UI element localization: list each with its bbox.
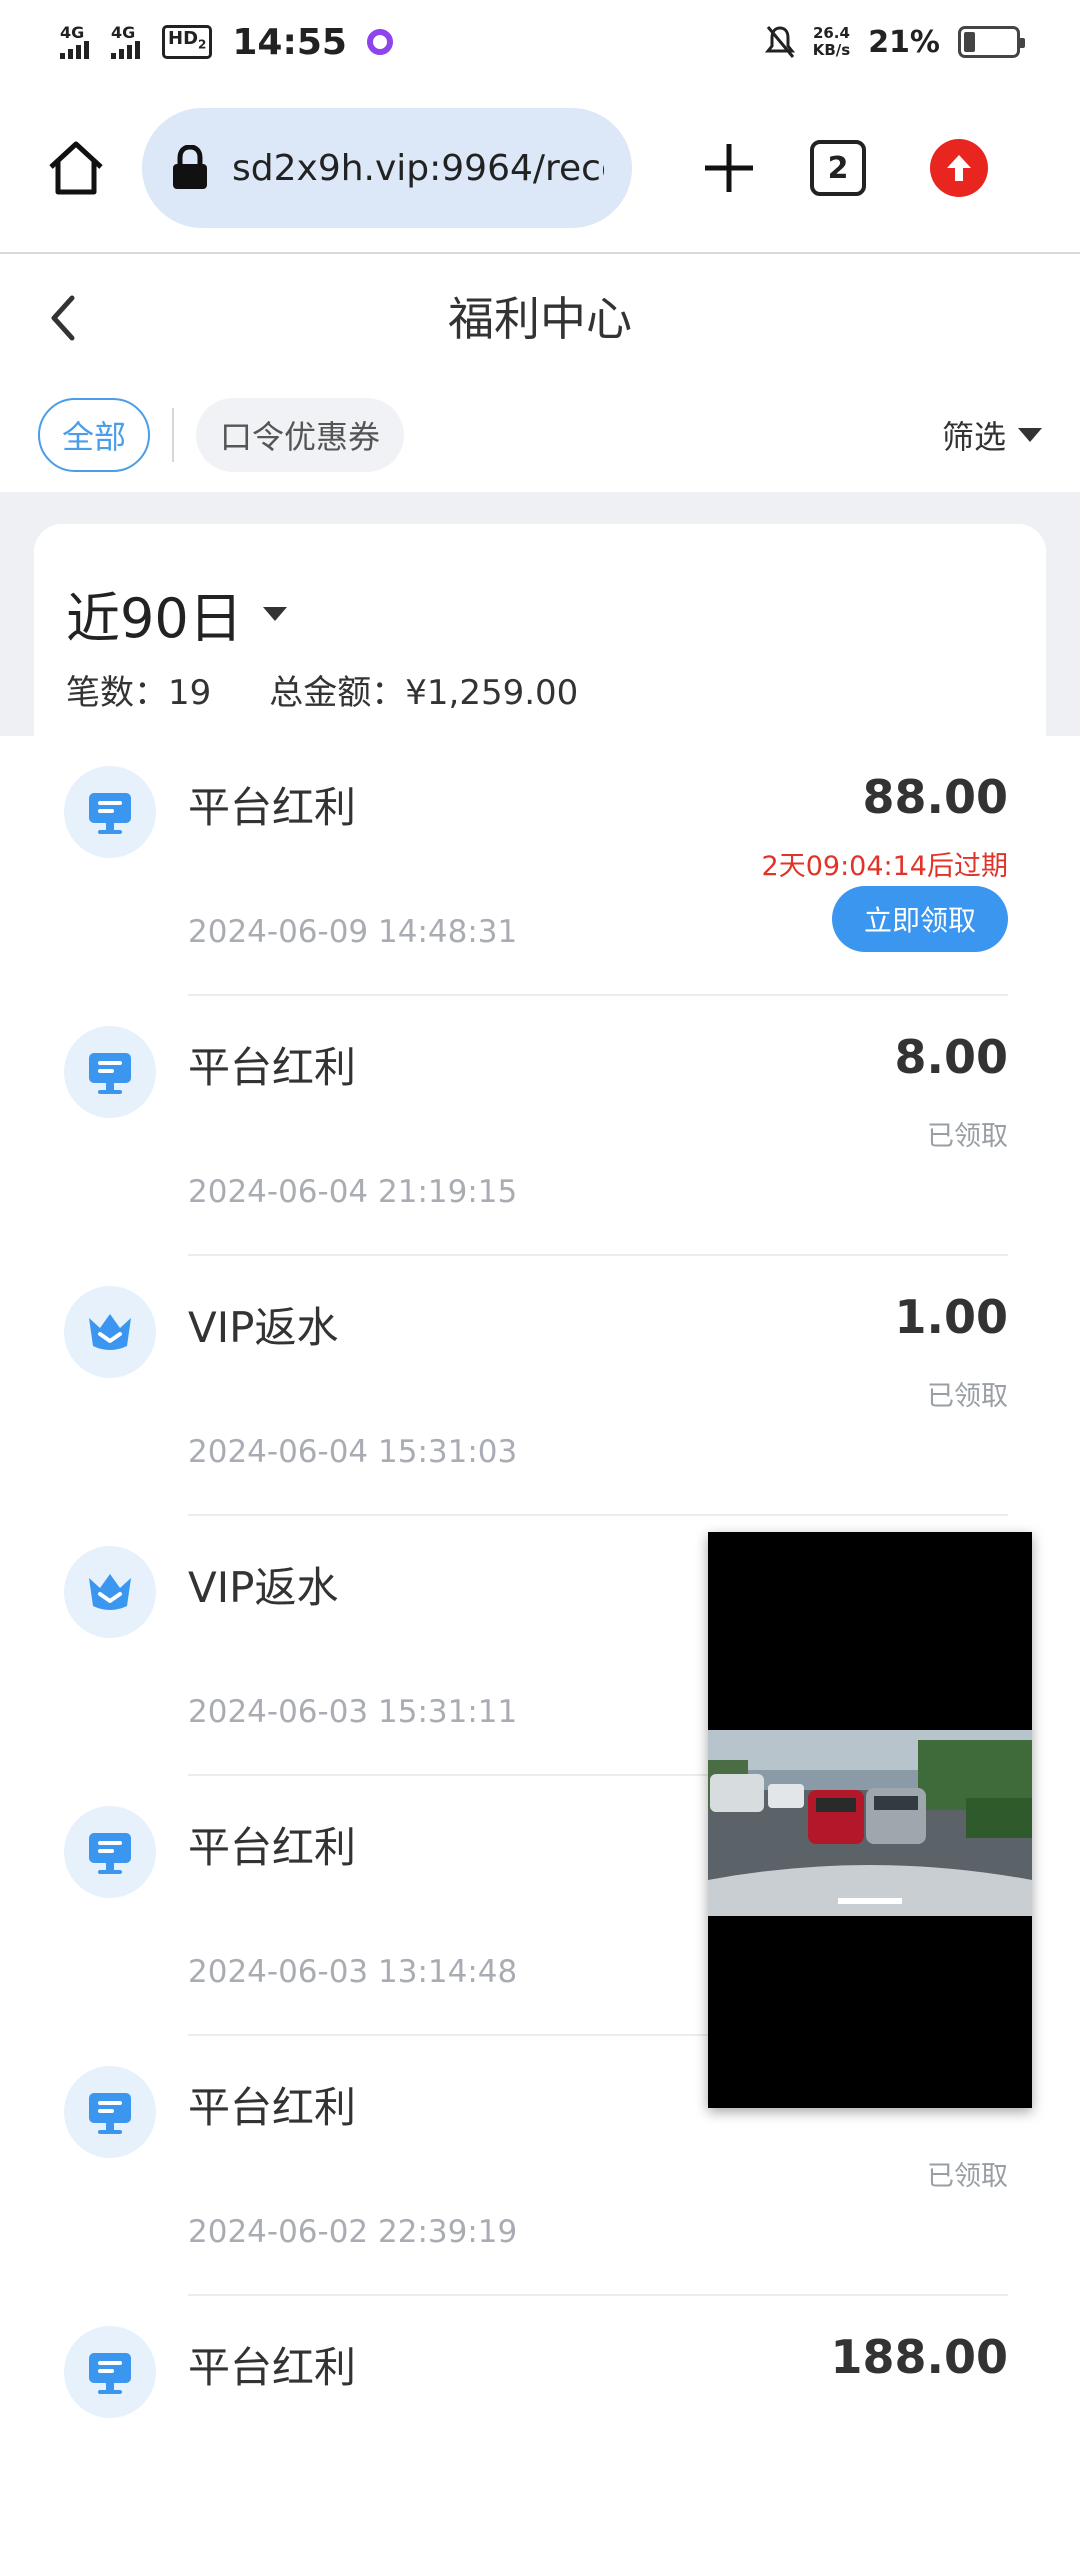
monitor-icon (64, 766, 156, 858)
item-body: 平台红利 2024-06-04 21:19:15 8.00 已领取 (188, 996, 1008, 1256)
hd-voice-badge: HD2 (162, 25, 213, 59)
browser-toolbar: sd2x9h.vip:9964/record 2 (0, 84, 1080, 254)
item-expire: 2天09:04:14后过期 (761, 851, 1008, 882)
filter-dropdown[interactable]: 筛选 (942, 412, 1042, 458)
network-type-1: 4G (60, 23, 85, 42)
item-name: 平台红利 (188, 1043, 357, 1092)
total-label: 总金额： (269, 673, 406, 713)
hd-label: HD (168, 28, 199, 50)
signal-2: 4G (111, 25, 140, 59)
item-name: 平台红利 (188, 2083, 357, 2132)
bell-muted-icon (764, 26, 795, 58)
caret-down-icon (1018, 428, 1042, 442)
item-amount: 88.00 (862, 770, 1008, 824)
item-date: 2024-06-04 21:19:15 (188, 1174, 518, 1210)
battery-percent: 21% (868, 24, 940, 60)
network-type-2: 4G (111, 23, 136, 42)
item-date: 2024-06-04 15:31:03 (188, 1434, 518, 1470)
crown-icon (64, 1286, 156, 1378)
home-icon (49, 141, 103, 195)
item-name: 平台红利 (188, 1823, 357, 1872)
count-label: 笔数： (66, 673, 168, 713)
item-name: VIP返水 (188, 1303, 339, 1352)
filter-row: 全部 口令优惠券 筛选 (0, 390, 1080, 480)
plus-icon (705, 144, 753, 192)
lock-icon (173, 145, 207, 189)
tabs-button[interactable]: 2 (810, 140, 866, 196)
claim-button[interactable]: 立即领取 (832, 886, 1008, 952)
summary-stats: 笔数：19 总金额：¥1,259.00 (66, 665, 1014, 714)
monitor-icon (64, 1026, 156, 1118)
total-stat: 总金额：¥1,259.00 (269, 665, 578, 714)
item-amount: 1.00 (894, 1290, 1009, 1344)
item-body: VIP返水 2024-06-04 15:31:03 1.00 已领取 (188, 1256, 1008, 1516)
monitor-icon (64, 1806, 156, 1898)
item-name: 平台红利 (188, 2343, 357, 2392)
item-amount: 8.00 (894, 1030, 1009, 1084)
battery-fill (964, 32, 975, 52)
floating-video-player[interactable] (708, 1532, 1032, 2108)
item-date: 2024-06-09 14:48:31 (188, 914, 518, 950)
count-value: 19 (168, 673, 212, 713)
signal-bars-icon (111, 41, 140, 59)
list-item[interactable]: VIP返水 2024-06-04 15:31:03 1.00 已领取 (0, 1256, 1080, 1516)
page-title: 福利中心 (448, 292, 632, 346)
list-item[interactable]: 平台红利 188.00 (0, 2296, 1080, 2556)
total-value: ¥1,259.00 (405, 673, 579, 713)
item-status: 已领取 (927, 2161, 1008, 2192)
status-time: 14:55 (232, 21, 347, 63)
item-body: 平台红利 188.00 (188, 2296, 1008, 2556)
filter-label: 筛选 (941, 418, 1006, 456)
signal-1: 4G (60, 25, 89, 59)
item-amount: 188.00 (830, 2330, 1008, 2384)
period-selector[interactable]: 近90日 (66, 574, 1014, 653)
status-right: 26.4 KB/s 21% (764, 24, 1025, 60)
video-thumbnail (708, 1730, 1032, 1916)
chip-divider (172, 408, 175, 462)
item-status: 已领取 (927, 1121, 1008, 1152)
item-body: 平台红利 2024-06-09 14:48:31 88.00 2天09:04:1… (188, 736, 1008, 996)
back-arrow-icon[interactable] (44, 290, 84, 346)
arrow-up-icon (947, 155, 971, 181)
item-date: 2024-06-02 22:39:19 (188, 2214, 518, 2250)
item-name: VIP返水 (188, 1563, 339, 1612)
speed-value: 26.4 (812, 24, 850, 42)
filter-chip-coupon[interactable]: 口令优惠券 (196, 398, 405, 472)
status-bar: 4G 4G HD2 14:55 26.4 KB/s 21% (0, 0, 1080, 84)
signal-bars-icon (60, 41, 89, 59)
status-left: 4G 4G HD2 14:55 (60, 22, 393, 63)
update-button[interactable] (930, 139, 988, 197)
page-header: 福利中心 (0, 256, 1080, 376)
caret-down-icon (262, 606, 287, 621)
hd-sub: 2 (198, 37, 207, 52)
monitor-icon (64, 2066, 156, 2158)
period-label: 近90日 (66, 587, 243, 650)
battery-icon (958, 26, 1025, 58)
item-date: 2024-06-03 15:31:11 (188, 1694, 518, 1730)
list-item[interactable]: 平台红利 2024-06-04 21:19:15 8.00 已领取 (0, 996, 1080, 1256)
filter-chip-all[interactable]: 全部 (38, 398, 151, 472)
item-status: 已领取 (927, 1381, 1008, 1412)
url-text: sd2x9h.vip:9964/record (232, 147, 604, 189)
home-button[interactable] (40, 132, 112, 204)
count-stat: 笔数：19 (66, 665, 211, 714)
app-notification-icon (366, 29, 393, 55)
monitor-icon (64, 2326, 156, 2418)
net-speed: 26.4 KB/s (813, 25, 850, 59)
list-item[interactable]: 平台红利 2024-06-09 14:48:31 88.00 2天09:04:1… (0, 736, 1080, 996)
summary-card: 近90日 笔数：19 总金额：¥1,259.00 (34, 524, 1046, 736)
item-date: 2024-06-03 13:14:48 (188, 1954, 518, 1990)
speed-unit: KB/s (812, 41, 851, 59)
new-tab-button[interactable] (694, 133, 764, 203)
address-bar[interactable]: sd2x9h.vip:9964/record (142, 108, 632, 228)
item-name: 平台红利 (188, 783, 357, 832)
crown-icon (64, 1546, 156, 1638)
